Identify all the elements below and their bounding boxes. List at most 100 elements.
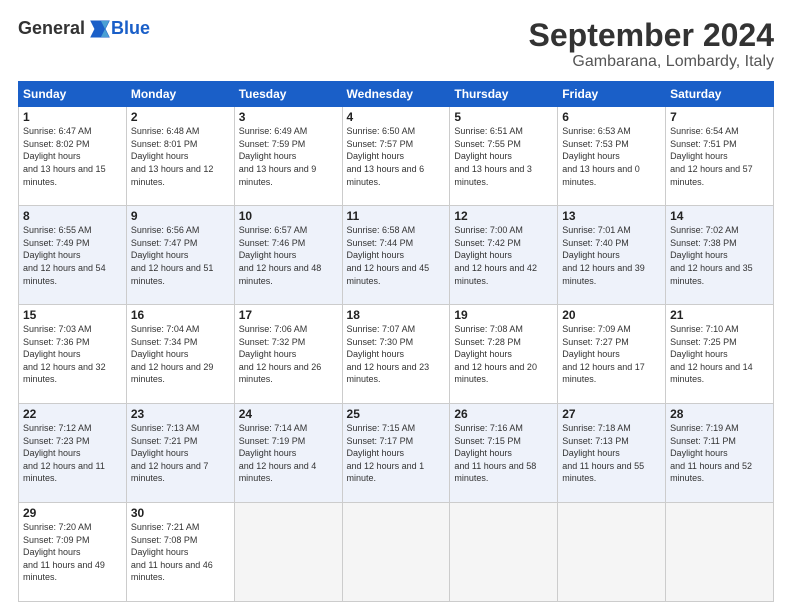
header-sunday: Sunday xyxy=(19,82,127,107)
day-info: Sunrise: 6:53 AM Sunset: 7:53 PM Dayligh… xyxy=(562,125,661,188)
calendar-table: Sunday Monday Tuesday Wednesday Thursday… xyxy=(18,81,774,602)
day-info: Sunrise: 7:13 AM Sunset: 7:21 PM Dayligh… xyxy=(131,422,230,485)
calendar-day-cell: 11 Sunrise: 6:58 AM Sunset: 7:44 PM Dayl… xyxy=(342,206,450,305)
logo: General Blue xyxy=(18,18,150,39)
calendar-day-cell: 28 Sunrise: 7:19 AM Sunset: 7:11 PM Dayl… xyxy=(666,404,774,503)
calendar-day-cell: 12 Sunrise: 7:00 AM Sunset: 7:42 PM Dayl… xyxy=(450,206,558,305)
day-info: Sunrise: 7:20 AM Sunset: 7:09 PM Dayligh… xyxy=(23,521,122,584)
calendar-day-cell: 16 Sunrise: 7:04 AM Sunset: 7:34 PM Dayl… xyxy=(126,305,234,404)
day-info: Sunrise: 7:07 AM Sunset: 7:30 PM Dayligh… xyxy=(347,323,446,386)
calendar-day-cell: 1 Sunrise: 6:47 AM Sunset: 8:02 PM Dayli… xyxy=(19,107,127,206)
day-info: Sunrise: 7:09 AM Sunset: 7:27 PM Dayligh… xyxy=(562,323,661,386)
day-info: Sunrise: 6:48 AM Sunset: 8:01 PM Dayligh… xyxy=(131,125,230,188)
calendar-day-cell: 29 Sunrise: 7:20 AM Sunset: 7:09 PM Dayl… xyxy=(19,503,127,602)
calendar-day-cell: 20 Sunrise: 7:09 AM Sunset: 7:27 PM Dayl… xyxy=(558,305,666,404)
calendar-day-cell: 22 Sunrise: 7:12 AM Sunset: 7:23 PM Dayl… xyxy=(19,404,127,503)
day-info: Sunrise: 6:54 AM Sunset: 7:51 PM Dayligh… xyxy=(670,125,769,188)
calendar-day-cell xyxy=(450,503,558,602)
day-info: Sunrise: 7:00 AM Sunset: 7:42 PM Dayligh… xyxy=(454,224,553,287)
day-number: 7 xyxy=(670,110,769,124)
day-info: Sunrise: 7:21 AM Sunset: 7:08 PM Dayligh… xyxy=(131,521,230,584)
day-info: Sunrise: 7:01 AM Sunset: 7:40 PM Dayligh… xyxy=(562,224,661,287)
calendar-day-cell: 10 Sunrise: 6:57 AM Sunset: 7:46 PM Dayl… xyxy=(234,206,342,305)
calendar-week-row: 22 Sunrise: 7:12 AM Sunset: 7:23 PM Dayl… xyxy=(19,404,774,503)
day-number: 30 xyxy=(131,506,230,520)
day-info: Sunrise: 6:47 AM Sunset: 8:02 PM Dayligh… xyxy=(23,125,122,188)
day-info: Sunrise: 6:49 AM Sunset: 7:59 PM Dayligh… xyxy=(239,125,338,188)
calendar-day-cell: 9 Sunrise: 6:56 AM Sunset: 7:47 PM Dayli… xyxy=(126,206,234,305)
day-info: Sunrise: 7:14 AM Sunset: 7:19 PM Dayligh… xyxy=(239,422,338,485)
day-info: Sunrise: 7:04 AM Sunset: 7:34 PM Dayligh… xyxy=(131,323,230,386)
calendar-day-cell: 30 Sunrise: 7:21 AM Sunset: 7:08 PM Dayl… xyxy=(126,503,234,602)
header-monday: Monday xyxy=(126,82,234,107)
calendar-day-cell: 5 Sunrise: 6:51 AM Sunset: 7:55 PM Dayli… xyxy=(450,107,558,206)
day-info: Sunrise: 7:08 AM Sunset: 7:28 PM Dayligh… xyxy=(454,323,553,386)
day-number: 11 xyxy=(347,209,446,223)
day-number: 20 xyxy=(562,308,661,322)
calendar-day-cell xyxy=(234,503,342,602)
day-number: 19 xyxy=(454,308,553,322)
day-info: Sunrise: 7:02 AM Sunset: 7:38 PM Dayligh… xyxy=(670,224,769,287)
day-number: 22 xyxy=(23,407,122,421)
day-number: 2 xyxy=(131,110,230,124)
day-number: 17 xyxy=(239,308,338,322)
calendar-day-cell xyxy=(666,503,774,602)
day-info: Sunrise: 6:58 AM Sunset: 7:44 PM Dayligh… xyxy=(347,224,446,287)
page: General Blue September 2024 Gambarana, L… xyxy=(0,0,792,612)
day-number: 27 xyxy=(562,407,661,421)
calendar-day-cell: 2 Sunrise: 6:48 AM Sunset: 8:01 PM Dayli… xyxy=(126,107,234,206)
calendar-day-cell: 13 Sunrise: 7:01 AM Sunset: 7:40 PM Dayl… xyxy=(558,206,666,305)
calendar-day-cell: 14 Sunrise: 7:02 AM Sunset: 7:38 PM Dayl… xyxy=(666,206,774,305)
day-number: 25 xyxy=(347,407,446,421)
day-number: 18 xyxy=(347,308,446,322)
day-info: Sunrise: 6:57 AM Sunset: 7:46 PM Dayligh… xyxy=(239,224,338,287)
day-number: 26 xyxy=(454,407,553,421)
calendar-day-cell: 17 Sunrise: 7:06 AM Sunset: 7:32 PM Dayl… xyxy=(234,305,342,404)
day-number: 9 xyxy=(131,209,230,223)
calendar-day-cell: 7 Sunrise: 6:54 AM Sunset: 7:51 PM Dayli… xyxy=(666,107,774,206)
day-number: 23 xyxy=(131,407,230,421)
day-info: Sunrise: 7:18 AM Sunset: 7:13 PM Dayligh… xyxy=(562,422,661,485)
location: Gambarana, Lombardy, Italy xyxy=(529,53,774,71)
calendar-day-cell: 8 Sunrise: 6:55 AM Sunset: 7:49 PM Dayli… xyxy=(19,206,127,305)
calendar-day-cell xyxy=(558,503,666,602)
header-saturday: Saturday xyxy=(666,82,774,107)
day-info: Sunrise: 7:06 AM Sunset: 7:32 PM Dayligh… xyxy=(239,323,338,386)
day-number: 8 xyxy=(23,209,122,223)
month-title: September 2024 xyxy=(529,18,774,53)
calendar-week-row: 1 Sunrise: 6:47 AM Sunset: 8:02 PM Dayli… xyxy=(19,107,774,206)
logo-blue: Blue xyxy=(111,18,150,39)
day-info: Sunrise: 7:12 AM Sunset: 7:23 PM Dayligh… xyxy=(23,422,122,485)
header-thursday: Thursday xyxy=(450,82,558,107)
calendar-day-cell: 21 Sunrise: 7:10 AM Sunset: 7:25 PM Dayl… xyxy=(666,305,774,404)
calendar-day-cell: 15 Sunrise: 7:03 AM Sunset: 7:36 PM Dayl… xyxy=(19,305,127,404)
day-number: 14 xyxy=(670,209,769,223)
calendar-day-cell: 26 Sunrise: 7:16 AM Sunset: 7:15 PM Dayl… xyxy=(450,404,558,503)
day-info: Sunrise: 6:50 AM Sunset: 7:57 PM Dayligh… xyxy=(347,125,446,188)
day-number: 21 xyxy=(670,308,769,322)
day-number: 12 xyxy=(454,209,553,223)
calendar-day-cell: 3 Sunrise: 6:49 AM Sunset: 7:59 PM Dayli… xyxy=(234,107,342,206)
logo-general: General xyxy=(18,18,85,39)
day-number: 1 xyxy=(23,110,122,124)
calendar-day-cell: 27 Sunrise: 7:18 AM Sunset: 7:13 PM Dayl… xyxy=(558,404,666,503)
calendar-day-cell: 24 Sunrise: 7:14 AM Sunset: 7:19 PM Dayl… xyxy=(234,404,342,503)
day-info: Sunrise: 7:15 AM Sunset: 7:17 PM Dayligh… xyxy=(347,422,446,485)
calendar-week-row: 8 Sunrise: 6:55 AM Sunset: 7:49 PM Dayli… xyxy=(19,206,774,305)
day-number: 10 xyxy=(239,209,338,223)
logo-flag-icon xyxy=(87,19,111,39)
day-number: 28 xyxy=(670,407,769,421)
calendar-day-cell: 19 Sunrise: 7:08 AM Sunset: 7:28 PM Dayl… xyxy=(450,305,558,404)
day-info: Sunrise: 6:51 AM Sunset: 7:55 PM Dayligh… xyxy=(454,125,553,188)
day-info: Sunrise: 7:03 AM Sunset: 7:36 PM Dayligh… xyxy=(23,323,122,386)
header: General Blue September 2024 Gambarana, L… xyxy=(18,18,774,71)
day-number: 16 xyxy=(131,308,230,322)
header-friday: Friday xyxy=(558,82,666,107)
logo-text: General Blue xyxy=(18,18,150,39)
calendar-week-row: 29 Sunrise: 7:20 AM Sunset: 7:09 PM Dayl… xyxy=(19,503,774,602)
day-info: Sunrise: 7:10 AM Sunset: 7:25 PM Dayligh… xyxy=(670,323,769,386)
calendar-day-cell: 23 Sunrise: 7:13 AM Sunset: 7:21 PM Dayl… xyxy=(126,404,234,503)
title-section: September 2024 Gambarana, Lombardy, Ital… xyxy=(529,18,774,71)
calendar-day-cell: 18 Sunrise: 7:07 AM Sunset: 7:30 PM Dayl… xyxy=(342,305,450,404)
day-info: Sunrise: 6:56 AM Sunset: 7:47 PM Dayligh… xyxy=(131,224,230,287)
